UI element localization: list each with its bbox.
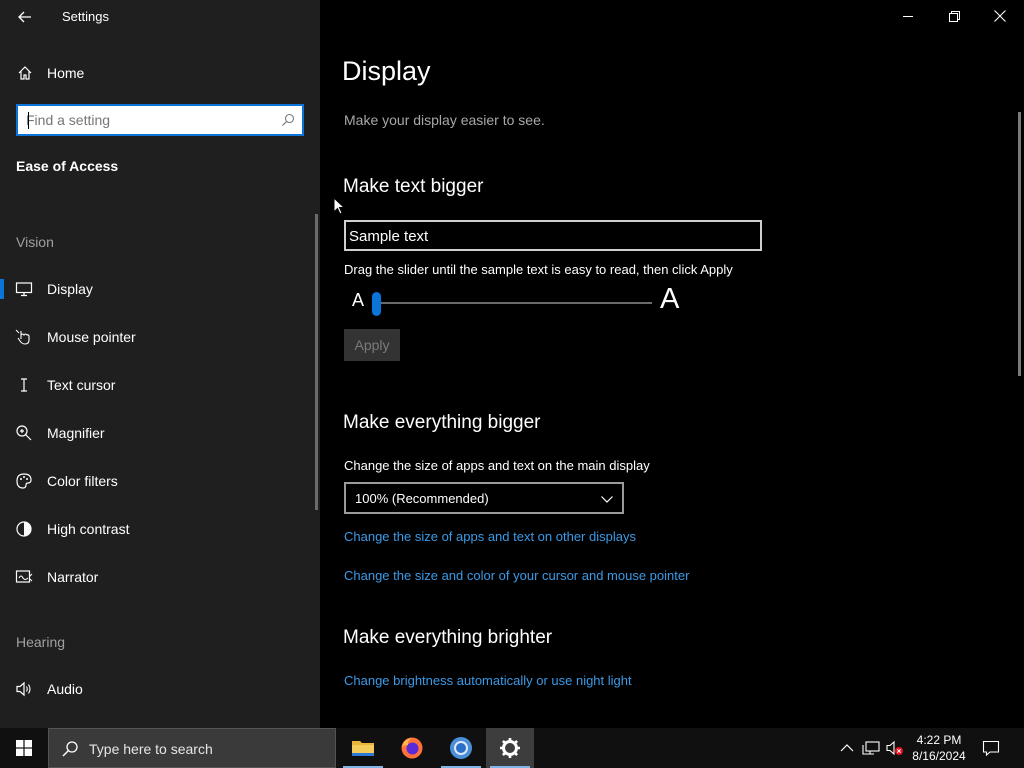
chrome-icon xyxy=(450,737,472,759)
taskbar: Type here to search 4:22 PM 8/16/2024 xyxy=(0,728,1024,768)
slider-instruction: Drag the slider until the sample text is… xyxy=(344,262,733,277)
main-content: Display Make your display easier to see.… xyxy=(320,0,1024,728)
sidebar-scrollbar[interactable] xyxy=(315,214,318,510)
slider-min-label: A xyxy=(352,290,365,310)
text-caret xyxy=(28,112,29,129)
slider-max-label: A xyxy=(660,283,680,315)
link-cursor-pointer[interactable]: Change the size and color of your cursor… xyxy=(344,568,689,583)
sidebar-item-display[interactable]: Display xyxy=(0,269,320,309)
minimize-button[interactable] xyxy=(885,0,931,32)
sidebar-item-home[interactable]: Home xyxy=(0,58,320,88)
restore-button[interactable] xyxy=(931,0,977,32)
group-heading-hearing: Hearing xyxy=(16,634,66,650)
text-size-slider-track[interactable] xyxy=(374,302,652,304)
chevron-down-icon xyxy=(601,496,613,503)
taskbar-file-explorer[interactable] xyxy=(339,728,387,768)
main-scrollbar[interactable] xyxy=(1018,112,1021,376)
sidebar-item-label: Text cursor xyxy=(47,377,116,393)
app-title: Settings xyxy=(62,9,109,24)
sidebar-item-high-contrast[interactable]: High contrast xyxy=(0,509,320,549)
sidebar-item-label: Narrator xyxy=(47,569,99,585)
audio-icon xyxy=(16,681,31,697)
group-heading-vision: Vision xyxy=(16,234,54,250)
settings-gear-icon xyxy=(500,738,520,758)
color-filters-icon xyxy=(16,473,32,489)
sidebar-item-label: High contrast xyxy=(47,521,130,537)
find-setting-search[interactable] xyxy=(16,104,304,136)
dropdown-value: 100% (Recommended) xyxy=(355,491,489,506)
sidebar-item-label: Mouse pointer xyxy=(47,329,136,345)
home-icon xyxy=(18,66,32,80)
sidebar: Settings Home Ease of Access Vision Disp… xyxy=(0,0,320,728)
text-size-slider-thumb[interactable] xyxy=(372,292,381,316)
sidebar-item-label: Audio xyxy=(47,681,83,697)
section-title: Ease of Access xyxy=(16,158,119,174)
sidebar-item-narrator[interactable]: Narrator xyxy=(0,557,320,597)
sidebar-item-text-cursor[interactable]: Text cursor xyxy=(0,365,320,405)
taskbar-firefox[interactable] xyxy=(388,728,436,768)
scale-dropdown[interactable]: 100% (Recommended) xyxy=(344,482,624,514)
show-hidden-icons-chevron-icon[interactable] xyxy=(838,739,856,757)
clock-date: 8/16/2024 xyxy=(912,749,966,763)
heading-make-everything-brighter: Make everything brighter xyxy=(343,627,553,648)
back-button[interactable] xyxy=(14,6,36,28)
sample-text-box: Sample text xyxy=(344,220,762,251)
sidebar-item-label: Magnifier xyxy=(47,425,105,441)
windows-logo-icon xyxy=(16,740,32,756)
monitor-icon xyxy=(15,282,33,297)
taskbar-settings[interactable] xyxy=(486,728,534,768)
sidebar-item-audio[interactable]: Audio xyxy=(0,669,320,709)
taskbar-chrome[interactable] xyxy=(437,728,485,768)
sidebar-item-label: Color filters xyxy=(47,473,118,489)
start-button[interactable] xyxy=(0,728,48,768)
text-cursor-icon xyxy=(21,378,27,392)
search-icon[interactable] xyxy=(281,113,295,127)
search-input[interactable] xyxy=(26,110,276,130)
minimize-icon xyxy=(902,15,913,17)
file-explorer-icon xyxy=(352,741,374,756)
heading-make-text-bigger: Make text bigger xyxy=(343,176,484,197)
sidebar-item-label: Display xyxy=(47,281,93,297)
action-center-icon[interactable] xyxy=(982,739,1000,757)
narrator-icon xyxy=(15,570,33,583)
sample-text: Sample text xyxy=(349,228,429,245)
page-title: Display xyxy=(342,56,431,86)
sidebar-item-color-filters[interactable]: Color filters xyxy=(0,461,320,501)
mouse-pointer-icon xyxy=(15,329,30,345)
clock-time: 4:22 PM xyxy=(916,733,962,747)
close-icon xyxy=(994,10,1006,22)
restore-icon xyxy=(948,10,960,22)
sidebar-item-mouse-pointer[interactable]: Mouse pointer xyxy=(0,317,320,357)
apply-button[interactable]: Apply xyxy=(344,329,400,361)
back-arrow-icon xyxy=(18,11,31,23)
sidebar-item-label: Home xyxy=(47,65,85,81)
mouse-cursor-icon xyxy=(333,197,345,215)
taskbar-search[interactable]: Type here to search xyxy=(48,728,336,768)
sidebar-item-magnifier[interactable]: Magnifier xyxy=(0,413,320,453)
taskbar-search-placeholder: Type here to search xyxy=(89,741,213,757)
high-contrast-icon xyxy=(16,521,32,537)
taskbar-clock[interactable]: 4:22 PM 8/16/2024 xyxy=(908,732,970,764)
link-other-displays[interactable]: Change the size of apps and text on othe… xyxy=(344,529,636,544)
close-button[interactable] xyxy=(977,0,1023,32)
volume-muted-icon[interactable] xyxy=(886,739,904,757)
network-icon[interactable] xyxy=(862,739,880,757)
scale-description: Change the size of apps and text on the … xyxy=(344,458,650,473)
search-icon xyxy=(62,741,78,757)
link-brightness[interactable]: Change brightness automatically or use n… xyxy=(344,673,632,688)
page-subtitle: Make your display easier to see. xyxy=(344,112,545,128)
firefox-icon xyxy=(401,737,423,759)
heading-make-everything-bigger: Make everything bigger xyxy=(343,412,541,433)
magnifier-icon xyxy=(16,425,32,441)
